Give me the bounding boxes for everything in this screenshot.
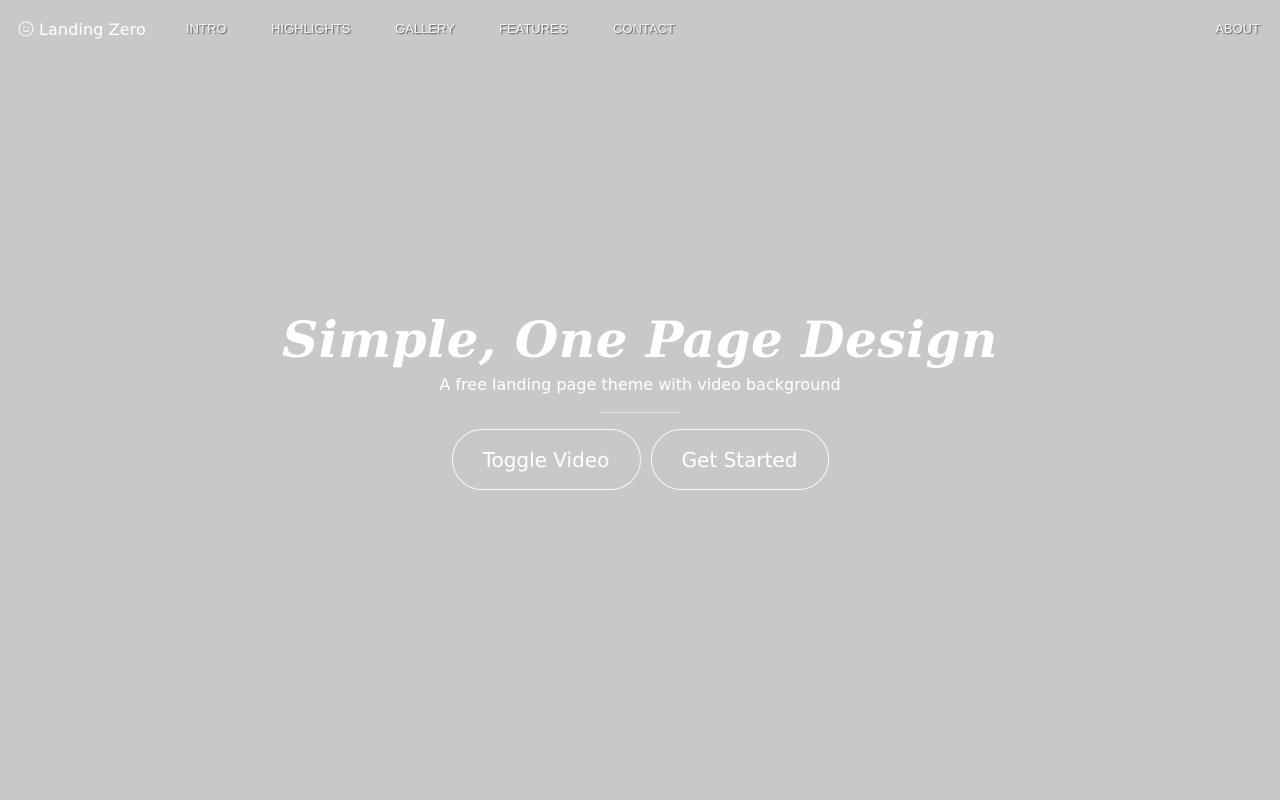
landing-page: Landing Zero INTRO HIGHLIGHTS GALLERY FE… <box>0 0 1280 800</box>
nav-item-highlights[interactable]: HIGHLIGHTS <box>271 21 350 36</box>
top-navbar: Landing Zero INTRO HIGHLIGHTS GALLERY FE… <box>0 0 1280 58</box>
hero-title: Simple, One Page Design <box>282 310 998 369</box>
hero-section: Simple, One Page Design A free landing p… <box>0 300 1280 490</box>
nav-item-contact[interactable]: CONTACT <box>613 21 675 36</box>
nav-item-gallery[interactable]: GALLERY <box>395 21 455 36</box>
hero-divider <box>600 412 680 413</box>
nav-item-about[interactable]: ABOUT <box>1215 21 1260 36</box>
brand-link[interactable]: Landing Zero <box>18 18 146 40</box>
hero-button-group: Toggle Video Get Started <box>0 429 1280 490</box>
smile-circle-icon <box>18 21 34 37</box>
nav-item-features[interactable]: FEATURES <box>499 21 567 36</box>
nav-item-intro[interactable]: INTRO <box>186 21 226 36</box>
brand-label: Landing Zero <box>39 19 146 39</box>
get-started-button[interactable]: Get Started <box>650 429 829 490</box>
toggle-video-button[interactable]: Toggle Video <box>451 429 641 490</box>
hero-subtitle: A free landing page theme with video bac… <box>439 375 841 394</box>
